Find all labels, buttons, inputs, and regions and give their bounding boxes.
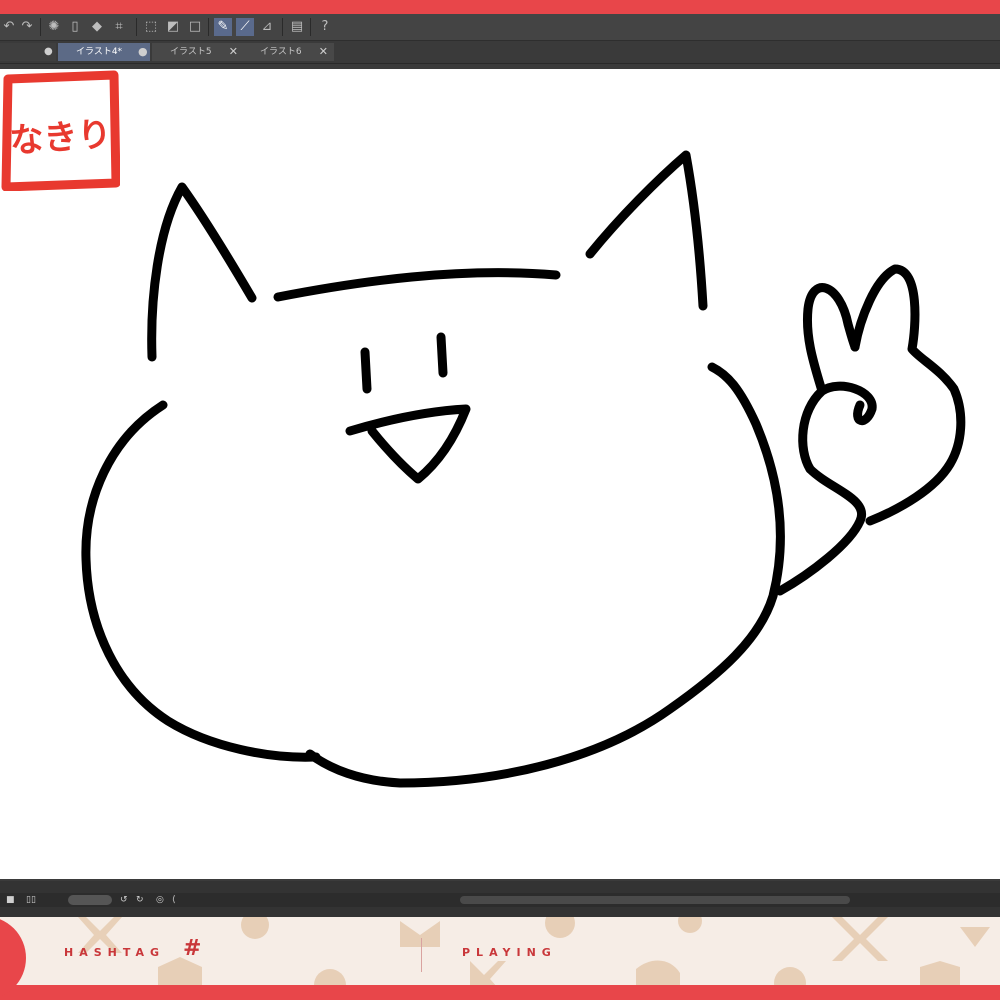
toolbar-divider [310,18,311,36]
cat-left-eye [360,347,372,394]
flip-icon[interactable]: ⟨ [172,893,176,907]
frame-counter-icon[interactable]: ▯▯ [26,893,36,907]
crown-pattern-icon [400,921,440,947]
loading-icon[interactable]: ✺ [45,18,63,36]
toolbar-divider [282,18,283,36]
panel-icon[interactable]: ▤ [288,18,306,36]
tab-label: イラスト4* [76,47,123,57]
cat-right-eye [436,332,448,378]
close-icon[interactable]: ✕ [319,43,328,61]
hashtag-label: HASHTAG [64,946,166,959]
crop-icon[interactable]: ⌗ [110,18,128,36]
playing-label: PLAYING [462,946,557,959]
toolbar-divider [136,18,137,36]
document-tab-bar: ● イラスト4* ● イラスト5 ✕ イラスト6 ✕ [0,41,1000,64]
cat-drawing [81,150,966,788]
tab-illust4[interactable]: イラスト4* ● [58,43,150,61]
selection-icon[interactable]: ⬚ [142,18,160,36]
banner-divider [421,938,422,972]
modified-dot-icon: ● [138,45,148,58]
svg-text:なきり: なきり [8,114,113,161]
cat-left-ear [147,182,257,362]
signature-stamp: なきり [1,70,120,191]
ruler-icon[interactable]: ⊿ [258,18,276,36]
toolbar: ↶ ↷ ✺ ▯ ◆ ⌗ ⬚ ◩ □ ✎ ⟋ ⊿ ▤ ? [0,14,1000,41]
face-pattern-icon [774,967,806,985]
horizontal-scrollbar[interactable] [460,896,850,904]
paint-app-window: ↶ ↷ ✺ ▯ ◆ ⌗ ⬚ ◩ □ ✎ ⟋ ⊿ ▤ ? ● イラスト4* ● イ… [0,14,1000,917]
reset-icon[interactable]: ◎ [156,893,164,907]
cross-pattern-icon [470,961,506,985]
undo-icon[interactable]: ↶ [0,18,18,36]
face-pattern-icon [545,917,575,938]
timeline-bar: ■ ▯▯ ↺ ↻ ◎ ⟨ [0,881,1000,917]
face-pattern-icon [678,917,702,933]
shell-pattern-icon [636,960,680,985]
close-icon[interactable]: ✕ [229,43,238,61]
crown-pattern-icon [158,957,202,985]
cat-finger-1 [802,283,860,396]
cat-bottom [305,362,785,788]
cat-mouth [345,404,471,484]
tab-illust6[interactable]: イラスト6 ✕ [242,43,334,61]
cross-pattern-icon [832,917,888,961]
hash-symbol: # [183,936,202,961]
tab-illust5[interactable]: イラスト5 ✕ [152,43,244,61]
redo-icon[interactable]: ↷ [18,18,36,36]
stop-icon[interactable]: ■ [6,893,15,907]
pen-icon[interactable]: ✎ [214,18,232,36]
fill-icon[interactable]: ◆ [88,18,106,36]
zoom-slider[interactable] [68,895,112,905]
tab-label: イラスト5 [170,47,212,57]
tab-previous[interactable]: ● [0,43,56,61]
rotate-right-icon[interactable]: ↻ [136,893,144,907]
crown-pattern-icon [960,927,990,947]
cat-hand [798,381,877,474]
rotate-left-icon[interactable]: ↺ [120,893,128,907]
shape-icon[interactable]: ◩ [164,18,182,36]
cat-arm [775,464,867,596]
brush-icon[interactable]: ⟋ [236,18,254,36]
toolbar-divider [40,18,41,36]
face-pattern-icon [241,917,269,939]
crown-pattern-icon [920,961,960,985]
drawing-canvas[interactable]: なきり [0,69,1000,879]
square-icon[interactable]: □ [186,18,204,36]
toolbar-divider [208,18,209,36]
clipboard-icon[interactable]: ▯ [66,18,84,36]
face-pattern-icon [314,969,346,985]
cat-body [81,400,321,762]
cat-head-top [273,268,561,302]
help-icon[interactable]: ? [316,18,334,36]
modified-dot-icon: ● [44,46,53,57]
tab-label: イラスト6 [260,47,302,57]
cat-right-ear [585,150,708,311]
